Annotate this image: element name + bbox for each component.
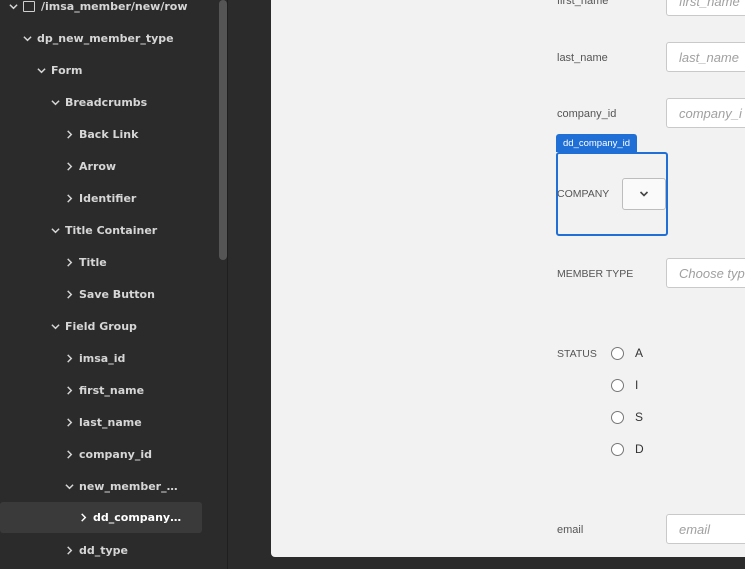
tree-item-dp-new-member-type[interactable]: dp_new_member_type — [20, 23, 174, 53]
first-name-input[interactable]: first_name — [666, 0, 745, 16]
member-type-select[interactable]: Choose typ — [666, 258, 745, 288]
chevron-right-icon[interactable] — [62, 447, 76, 461]
tree-item-new-member[interactable]: new_member_… — [62, 471, 178, 501]
tree-item-label: first_name — [79, 383, 145, 397]
tree-item-label: Identifier — [79, 191, 137, 205]
email-label: email — [557, 524, 584, 536]
chevron-down-icon[interactable] — [48, 223, 62, 237]
tree-item-dd-company[interactable]: dd_company… — [0, 502, 202, 533]
tree-item-label: dd_type — [79, 543, 129, 557]
last-name-label: last_name — [557, 52, 608, 64]
tree-item-label: Save Button — [79, 287, 155, 301]
tree-item-label: dd_company… — [93, 511, 182, 524]
tree-item-label: Arrow — [79, 159, 117, 173]
tree-item-label: new_member_… — [79, 479, 178, 493]
chevron-down-icon[interactable] — [20, 31, 34, 45]
tree-item-label: last_name — [79, 415, 142, 429]
company-dropdown[interactable] — [622, 178, 666, 210]
tree-item-label: /imsa_member/new/row — [41, 0, 188, 13]
tree-item-title-container[interactable]: Title Container — [48, 215, 157, 245]
company-id-input[interactable]: company_i — [666, 98, 745, 128]
radio-circle-icon[interactable] — [611, 442, 624, 456]
tree-item-field-group[interactable]: Field Group — [48, 311, 137, 341]
tree-item-title[interactable]: Title — [62, 247, 107, 277]
chevron-right-icon[interactable] — [62, 255, 76, 269]
chevron-right-icon[interactable] — [62, 415, 76, 429]
chevron-right-icon[interactable] — [62, 383, 76, 397]
chevron-down-icon — [639, 191, 649, 197]
tree-item-first-name[interactable]: first_name — [62, 375, 144, 405]
last-name-input[interactable]: last_name — [666, 42, 745, 72]
page-icon — [23, 0, 35, 12]
tree-item-label: Form — [51, 63, 83, 77]
tree-item-imsa-row[interactable]: /imsa_member/new/row — [6, 0, 188, 21]
status-radio-d[interactable]: D — [611, 442, 644, 456]
tree-item-breadcrumbs[interactable]: Breadcrumbs — [48, 87, 147, 117]
chevron-down-icon[interactable] — [6, 0, 20, 13]
status-radio-a[interactable]: A — [611, 346, 643, 360]
chevron-right-icon[interactable] — [62, 127, 76, 141]
tree-item-label: imsa_id — [79, 351, 126, 365]
radio-circle-icon[interactable] — [611, 346, 624, 360]
tree-item-form[interactable]: Form — [34, 55, 83, 85]
email-input[interactable]: email — [666, 514, 745, 544]
chevron-down-icon[interactable] — [62, 479, 76, 493]
radio-label: A — [635, 346, 644, 360]
radio-label: S — [635, 410, 644, 424]
chevron-down-icon[interactable] — [48, 319, 62, 333]
tree-item-dd-type[interactable]: dd_type — [62, 535, 128, 565]
radio-circle-icon[interactable] — [611, 410, 624, 424]
tree-item-label: Breadcrumbs — [65, 95, 148, 109]
tree-item-label: Title — [79, 255, 107, 269]
first-name-label: first_name — [557, 0, 609, 7]
tree-item-last-name[interactable]: last_name — [62, 407, 142, 437]
tree-item-label: Field Group — [65, 319, 137, 333]
status-radio-i[interactable]: I — [611, 378, 638, 392]
layer-tree-sidebar: /imsa_member/new/row dp_new_member_type … — [0, 0, 228, 569]
chevron-right-icon[interactable] — [62, 351, 76, 365]
tree-item-imsa-id[interactable]: imsa_id — [62, 343, 125, 373]
radio-circle-icon[interactable] — [611, 378, 624, 392]
chevron-down-icon[interactable] — [48, 95, 62, 109]
member-type-label: MEMBER TYPE — [557, 268, 634, 280]
radio-label: I — [635, 378, 639, 392]
chevron-right-icon[interactable] — [76, 511, 90, 525]
tree-item-label: Title Container — [65, 223, 158, 237]
tree-item-identifier[interactable]: Identifier — [62, 183, 136, 213]
tree-item-arrow[interactable]: Arrow — [62, 151, 116, 181]
company-label: COMPANY — [557, 188, 610, 200]
tree-item-back-link[interactable]: Back Link — [62, 119, 138, 149]
chevron-right-icon[interactable] — [62, 287, 76, 301]
tree-item-save-button[interactable]: Save Button — [62, 279, 155, 309]
chevron-right-icon[interactable] — [62, 543, 76, 557]
chevron-down-icon[interactable] — [34, 63, 48, 77]
tree-item-company-id[interactable]: company_id — [62, 439, 152, 469]
company-id-label: company_id — [557, 108, 617, 120]
radio-label: D — [635, 442, 644, 456]
sidebar-scrollbar[interactable] — [219, 0, 227, 260]
tree-item-label: Back Link — [79, 127, 139, 141]
selected-element-tag: dd_company_id — [556, 134, 638, 152]
chevron-right-icon[interactable] — [62, 191, 76, 205]
status-label: STATUS — [557, 348, 597, 360]
chevron-right-icon[interactable] — [62, 159, 76, 173]
status-radio-s[interactable]: S — [611, 410, 643, 424]
tree-item-label: dp_new_member_type — [37, 31, 174, 45]
tree-item-label: company_id — [79, 447, 152, 461]
